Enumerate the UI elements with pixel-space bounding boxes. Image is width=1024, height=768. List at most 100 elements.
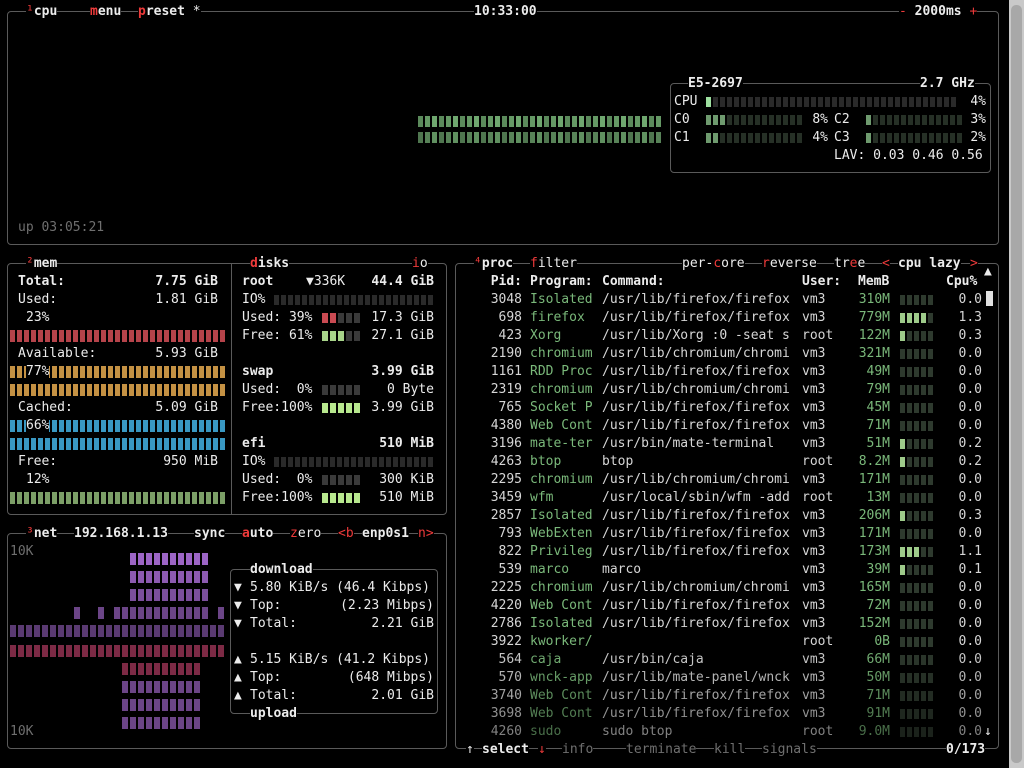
col-mem[interactable]: MemB	[858, 273, 889, 291]
table-row[interactable]: 4260 sudo sudo btop root 9.0M 0.0	[458, 723, 982, 741]
interval-control[interactable]: - 2000ms +	[899, 3, 978, 21]
ul-total: 2.01 GiB	[371, 688, 434, 703]
col-user[interactable]: User:	[802, 273, 841, 291]
table-row[interactable]: 2786 Isolated/usr/lib/firefox/firefox vm3 1…	[458, 615, 982, 633]
table-row[interactable]: 4220 Web Cont/usr/lib/firefox/firefox vm3 7…	[458, 597, 982, 615]
cell-cpu-graph	[900, 385, 938, 395]
scroll-down-arrow[interactable]: ↓	[984, 723, 992, 741]
table-row[interactable]: 765 Socket P/usr/lib/firefox/firefox vm3 45…	[458, 399, 982, 417]
table-row[interactable]: 2295 chromium/usr/lib/chromium/chromi vm3 1…	[458, 471, 982, 489]
cell-program: Privileg	[530, 544, 593, 559]
mem-free: 950 MiB	[163, 454, 218, 469]
reverse-toggle[interactable]: reverse	[762, 255, 817, 273]
disks-tab[interactable]: disks	[250, 255, 290, 273]
next-iface-button[interactable]: n>	[418, 525, 434, 543]
cell-cpu-graph	[900, 673, 938, 683]
table-row[interactable]: 3459 wfm/usr/local/sbin/wfm -add root 13M 0.…	[458, 489, 982, 507]
table-row[interactable]: 4380 Web Cont/usr/lib/firefox/firefox vm3 7…	[458, 417, 982, 435]
col-command[interactable]: Command:	[602, 273, 665, 291]
proc-tab[interactable]: ⁴proc	[474, 255, 514, 273]
info-button[interactable]: info	[562, 741, 594, 759]
table-row[interactable]: 2857 Isolated/usr/lib/firefox/firefox vm3 2…	[458, 507, 982, 525]
table-row[interactable]: 3740 Web Cont/usr/lib/firefox/firefox vm3 7…	[458, 687, 982, 705]
col-cpu[interactable]: Cpu%	[946, 273, 977, 291]
filter-button[interactable]: filter	[530, 255, 577, 273]
kill-button[interactable]: kill	[714, 741, 746, 759]
table-row[interactable]: 570 wnck-app/usr/lib/mate-panel/wnck vm3 50…	[458, 669, 982, 687]
disk-efi-used-label: Used: 0%	[242, 472, 313, 487]
table-row[interactable]: 793 WebExten/usr/lib/firefox/firefox vm3 17…	[458, 525, 982, 543]
disk-swap-free: 3.99 GiB	[371, 400, 434, 415]
table-row[interactable]: 564 caja/usr/bin/caja vm3 66M 0.0	[458, 651, 982, 669]
prev-iface-button[interactable]: <b	[338, 525, 354, 543]
cell-pid: 539	[498, 562, 522, 577]
col-program[interactable]: Program:	[530, 273, 593, 291]
table-row[interactable]: 3922 kworker/root 0B 0.0	[458, 633, 982, 651]
zero-button[interactable]: zero	[290, 525, 322, 543]
disk-efi-free-meter	[322, 493, 362, 503]
cell-cpu: 0.2	[958, 454, 982, 469]
sync-toggle[interactable]: sync	[194, 525, 226, 543]
cell-pid: 822	[498, 544, 522, 559]
select-down-arrow[interactable]: ↓	[538, 741, 546, 759]
tree-toggle[interactable]: tree	[834, 255, 866, 273]
table-row[interactable]: 822 Privileg/usr/lib/firefox/firefox vm3 17…	[458, 543, 982, 561]
sort-prev-button[interactable]: <	[882, 255, 890, 273]
net-tab[interactable]: ³net	[26, 525, 58, 543]
signals-button[interactable]: signals	[762, 741, 817, 759]
cell-cpu-graph	[900, 583, 938, 593]
cell-cpu-graph	[900, 547, 938, 557]
disk-root-label: root	[242, 274, 274, 289]
sort-next-button[interactable]: >	[970, 255, 978, 273]
cell-cpu-graph	[900, 475, 938, 485]
cell-pid: 3196	[490, 436, 522, 451]
table-row[interactable]: 2190 chromium/usr/lib/chromium/chromi vm3 3…	[458, 345, 982, 363]
proc-scroll-thumb[interactable]	[986, 291, 993, 306]
table-row[interactable]: 2225 chromium/usr/lib/chromium/chromi vm3 1…	[458, 579, 982, 597]
table-row[interactable]: 698 firefox/usr/lib/firefox/firefox vm3 779…	[458, 309, 982, 327]
cell-cpu-graph	[900, 367, 938, 377]
table-row[interactable]: 3196 mate-ter/usr/bin/mate-terminal vm3 51M…	[458, 435, 982, 453]
footer-up-arrow[interactable]: ↑	[466, 741, 474, 759]
cell-user: vm3	[802, 472, 826, 487]
cell-user: vm3	[802, 598, 826, 613]
cell-program: marco	[530, 562, 570, 577]
table-row[interactable]: 3048 Isolated/usr/lib/firefox/firefox vm3 3…	[458, 291, 982, 309]
auto-toggle[interactable]: auto	[242, 525, 274, 543]
cell-user: vm3	[802, 688, 826, 703]
cell-cpu: 0.2	[958, 436, 982, 451]
col-pid[interactable]: Pid:	[486, 273, 522, 291]
cell-cpu: 0.0	[958, 580, 982, 595]
window-scrollbar-thumb[interactable]	[1011, 5, 1022, 763]
cell-command: /usr/lib/chromium/chromi	[602, 382, 790, 397]
mem-tab[interactable]: ²mem	[26, 255, 58, 273]
cpu-tab[interactable]: ¹cpu	[26, 3, 58, 21]
clock: 10:33:00	[474, 3, 537, 21]
table-row[interactable]: 1161 RDD Proc/usr/lib/firefox/firefox vm3 4…	[458, 363, 982, 381]
menu-button[interactable]: menu	[90, 3, 122, 21]
cell-user: root	[802, 490, 834, 505]
cell-command: /usr/bin/mate-terminal	[602, 436, 775, 451]
cpu-total-label: CPU	[674, 94, 698, 109]
cell-command: /usr/lib/firefox/firefox	[602, 292, 790, 307]
table-row[interactable]: 2319 chromium/usr/lib/chromium/chromi vm3 7…	[458, 381, 982, 399]
disk-swap-used-label: Used: 0%	[242, 382, 313, 397]
mem-cached-label: Cached:	[18, 400, 73, 415]
net-ip: 192.168.1.13	[74, 525, 168, 543]
dl-total: 2.21 GiB	[371, 616, 434, 631]
download-title: download	[250, 561, 313, 579]
cell-mem: 165M	[858, 580, 890, 595]
cell-program: Isolated	[530, 616, 593, 631]
table-row[interactable]: 3698 Web Cont/usr/lib/firefox/firefox vm3 9…	[458, 705, 982, 723]
cell-mem: 779M	[858, 310, 890, 325]
select-label[interactable]: select	[482, 741, 529, 759]
table-row[interactable]: 4263 btop btop root 8.2M 0.2	[458, 453, 982, 471]
io-toggle[interactable]: io	[412, 255, 428, 273]
scroll-up-arrow[interactable]: ▲	[984, 263, 992, 281]
preset-button[interactable]: preset *	[138, 3, 201, 21]
table-row[interactable]: 423 Xorg/usr/lib/Xorg :0 -seat s root 122M 0…	[458, 327, 982, 345]
table-row[interactable]: 539 marco marco vm3 39M 0.1	[458, 561, 982, 579]
per-core-toggle[interactable]: per-core	[682, 255, 745, 273]
terminate-button[interactable]: terminate	[626, 741, 697, 759]
dl-rate-arrow: ▼	[234, 580, 242, 595]
